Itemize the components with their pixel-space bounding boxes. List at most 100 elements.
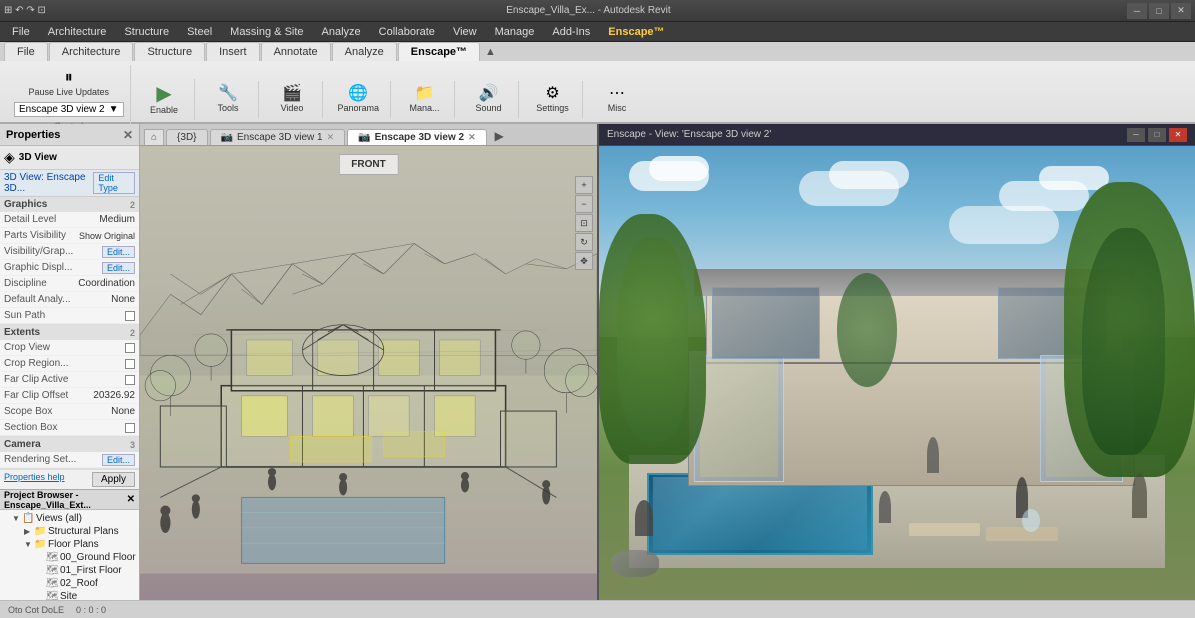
ribbon-group-control: ⏸ Pause Live Updates Enscape 3D view 2 ▼… — [8, 65, 131, 133]
browser-close-btn[interactable]: ✕ — [127, 494, 135, 505]
far-clip-checkbox[interactable] — [125, 375, 135, 385]
tree-right-2 — [1082, 228, 1165, 455]
panorama-btn[interactable]: 🌐 Panorama — [333, 83, 385, 116]
pool-splash — [1022, 509, 1040, 532]
enscape-close[interactable]: ✕ — [1169, 128, 1187, 142]
tab-home[interactable]: ⌂ — [144, 129, 164, 145]
ribbon-tab-arch[interactable]: Architecture — [49, 42, 134, 61]
cloud-6 — [1039, 166, 1109, 190]
ribbon-tab-annotate[interactable]: Annotate — [261, 42, 331, 61]
sound-btn[interactable]: 🔊 Sound — [471, 83, 507, 116]
ribbon-tab-insert[interactable]: Insert — [206, 42, 260, 61]
extents-section-header[interactable]: Extents 2 — [0, 325, 139, 340]
properties-close-btn[interactable]: ✕ — [123, 128, 133, 142]
detail-level-row: Detail Level Medium — [0, 212, 139, 228]
maximize-button[interactable]: □ — [1149, 3, 1169, 19]
crop-region-checkbox[interactable] — [125, 359, 135, 369]
tab-1-close[interactable]: ✕ — [327, 132, 335, 143]
active-doc-combo[interactable]: Enscape 3D view 2 ▼ — [14, 102, 124, 117]
tree-roof[interactable]: 🗺 02_Roof — [0, 577, 139, 590]
close-button[interactable]: ✕ — [1171, 3, 1191, 19]
ribbon-expand-btn[interactable]: ▲ — [485, 46, 496, 61]
scope-box-row: Scope Box None — [0, 404, 139, 420]
front-view-btn[interactable]: FRONT — [338, 154, 398, 175]
graphic-edit-btn[interactable]: Edit... — [102, 262, 135, 274]
zoom-in-btn[interactable]: + — [575, 176, 593, 194]
pan-btn[interactable]: ✥ — [575, 252, 593, 270]
menu-file[interactable]: File — [4, 24, 38, 40]
viewport-3d[interactable]: FRONT + − ⊡ ↻ ✥ — [140, 146, 597, 600]
zoom-out-btn[interactable]: − — [575, 195, 593, 213]
camera-section-header[interactable]: Camera 3 — [0, 437, 139, 452]
zoom-fit-btn[interactable]: ⊡ — [575, 214, 593, 232]
menu-massing[interactable]: Massing & Site — [222, 24, 311, 40]
misc-btn[interactable]: ⋯ Misc — [603, 83, 632, 116]
settings-btn[interactable]: ⚙ Settings — [531, 83, 574, 116]
ribbon-tab-analyze[interactable]: Analyze — [332, 42, 397, 61]
wireframe-svg — [140, 146, 597, 600]
properties-help-link[interactable]: Properties help — [4, 472, 65, 487]
properties-panel-header: Properties ✕ — [0, 124, 139, 146]
ribbon-tab-enscape[interactable]: Enscape™ — [398, 42, 480, 61]
misc-label: Misc — [608, 103, 627, 113]
video-btn[interactable]: 🎬 Video — [276, 83, 309, 116]
apply-button[interactable]: Apply — [92, 472, 135, 487]
ribbon-tab-struct[interactable]: Structure — [134, 42, 205, 61]
center-viewport: ⌂ {3D} 📷 Enscape 3D view 1 ✕ 📷 Enscape 3… — [140, 124, 597, 600]
combo-arrow: ▼ — [109, 104, 119, 115]
enscape-viewport[interactable] — [599, 146, 1195, 600]
menu-bar: File Architecture Structure Steel Massin… — [0, 22, 1195, 42]
menu-collaborate[interactable]: Collaborate — [371, 24, 443, 40]
tree-floor-plans[interactable]: ▼ 📁 Floor Plans — [0, 538, 139, 551]
tree-ground-floor[interactable]: 🗺 00_Ground Floor — [0, 551, 139, 564]
tab-3d-label: {3D} — [177, 132, 196, 143]
tree-structural-plans[interactable]: ▶ 📁 Structural Plans — [0, 525, 139, 538]
person-pool-left — [635, 500, 653, 536]
menu-steel[interactable]: Steel — [179, 24, 220, 40]
ribbon-group-settings: ⚙ Settings — [523, 81, 583, 118]
tree-views-all[interactable]: ▼ 📋 Views (all) — [0, 512, 139, 525]
enable-icon: ▶ — [156, 84, 171, 104]
ribbon-group-manage: 📁 Mana... — [395, 81, 455, 118]
sound-icon: 🔊 — [479, 86, 499, 102]
enscape-minimize[interactable]: ─ — [1127, 128, 1145, 142]
3d-view-icon: ◈ — [4, 149, 15, 166]
tools-btn[interactable]: 🔧 Tools — [213, 83, 244, 116]
tab-enscape-view2[interactable]: 📷 Enscape 3D view 2 ✕ — [347, 129, 487, 145]
menu-architecture[interactable]: Architecture — [40, 24, 115, 40]
menu-view[interactable]: View — [445, 24, 485, 40]
pause-live-updates-btn[interactable]: ⏸ Pause Live Updates — [23, 67, 114, 100]
far-clip-active-row: Far Clip Active — [0, 372, 139, 388]
status-text: Oto Cot DoLE — [8, 605, 64, 615]
edit-type-btn[interactable]: Edit Type — [93, 172, 135, 194]
active-doc-value: Enscape 3D view 2 — [19, 104, 105, 115]
graphics-section-header[interactable]: Graphics 2 — [0, 197, 139, 212]
enscape-maximize[interactable]: □ — [1148, 128, 1166, 142]
ribbon-tab-file[interactable]: File — [4, 42, 48, 61]
tree-first-floor[interactable]: 🗺 01_First Floor — [0, 564, 139, 577]
tab-3d[interactable]: {3D} — [166, 129, 207, 145]
tab-2-close[interactable]: ✕ — [468, 132, 476, 143]
tab-bar: ⌂ {3D} 📷 Enscape 3D view 1 ✕ 📷 Enscape 3… — [140, 124, 597, 146]
enable-btn[interactable]: ▶ Enable — [145, 81, 183, 118]
menu-analyze[interactable]: Analyze — [314, 24, 369, 40]
title-bar-title: Enscape_Villa_Ex... - Autodesk Revit — [50, 5, 1127, 16]
tab-scroll-right[interactable]: ▶ — [489, 127, 510, 145]
view-type-row: ◈ 3D View — [0, 146, 139, 170]
person-far-right — [1132, 473, 1147, 518]
rendering-edit-btn[interactable]: Edit... — [102, 454, 135, 466]
menu-manage[interactable]: Manage — [487, 24, 543, 40]
manage-btn[interactable]: 📁 Mana... — [405, 83, 445, 116]
menu-enscape[interactable]: Enscape™ — [600, 24, 672, 40]
tab-enscape-view1[interactable]: 📷 Enscape 3D view 1 ✕ — [210, 129, 346, 145]
menu-structure[interactable]: Structure — [116, 24, 177, 40]
tree-site[interactable]: 🗺 Site — [0, 590, 139, 600]
minimize-button[interactable]: ─ — [1127, 3, 1147, 19]
section-box-checkbox[interactable] — [125, 423, 135, 433]
menu-addins[interactable]: Add-Ins — [544, 24, 598, 40]
crop-view-checkbox[interactable] — [125, 343, 135, 353]
sun-path-checkbox[interactable] — [125, 311, 135, 321]
sun-path-row: Sun Path — [0, 308, 139, 324]
visibility-edit-btn[interactable]: Edit... — [102, 246, 135, 258]
rotate-btn[interactable]: ↻ — [575, 233, 593, 251]
